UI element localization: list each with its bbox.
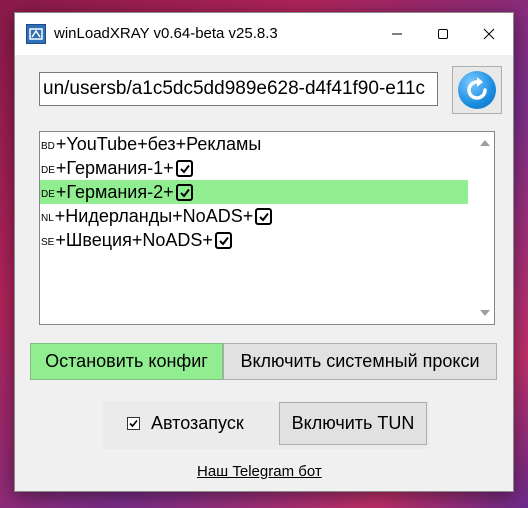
minimize-icon bbox=[392, 33, 402, 35]
app-logo-icon bbox=[26, 24, 46, 44]
checkmark-icon bbox=[175, 159, 193, 177]
server-flag-code: BD bbox=[41, 141, 55, 152]
close-button[interactable] bbox=[466, 13, 512, 55]
check-icon bbox=[129, 419, 138, 428]
title-bar[interactable]: winLoadXRAY v0.64-beta v25.8.3 bbox=[15, 13, 513, 55]
list-scrollbar[interactable] bbox=[477, 132, 494, 324]
server-list-item[interactable]: BD +YouTube+без+Рекламы bbox=[40, 132, 494, 156]
server-name: +Германия-2+ bbox=[55, 182, 174, 202]
scroll-down-arrow-icon[interactable] bbox=[480, 310, 490, 316]
server-name: +Германия-1+ bbox=[55, 158, 174, 178]
system-proxy-button[interactable]: Включить системный прокси bbox=[223, 343, 497, 380]
server-flag-code: DE bbox=[41, 189, 55, 200]
server-name: +Швеция+NoADS+ bbox=[55, 230, 213, 250]
subscription-url-input[interactable]: un/usersb/a1c5dc5dd989e628-d4f41f90-e11c bbox=[39, 72, 438, 106]
minimize-button[interactable] bbox=[374, 13, 420, 55]
refresh-icon bbox=[458, 71, 496, 109]
server-name: +YouTube+без+Рекламы bbox=[55, 134, 262, 154]
server-list[interactable]: BD +YouTube+без+Рекламы DE +Германия-1+ DE +Г… bbox=[39, 131, 495, 325]
maximize-icon bbox=[438, 29, 448, 39]
telegram-bot-link[interactable]: Наш Telegram бот bbox=[197, 463, 322, 480]
window-title: winLoadXRAY v0.64-beta v25.8.3 bbox=[54, 25, 278, 42]
server-flag-code: NL bbox=[41, 213, 54, 224]
refresh-button[interactable] bbox=[452, 66, 502, 114]
checkmark-icon bbox=[175, 183, 193, 201]
close-icon bbox=[483, 28, 495, 40]
server-list-item[interactable]: NL +Нидерланды+NoADS+ bbox=[40, 204, 494, 228]
stop-config-button[interactable]: Остановить конфиг bbox=[30, 343, 223, 380]
server-list-item[interactable]: SE +Швеция+NoADS+ bbox=[40, 228, 494, 252]
maximize-button[interactable] bbox=[420, 13, 466, 55]
server-list-item[interactable]: DE +Германия-1+ bbox=[40, 156, 494, 180]
scroll-up-arrow-icon[interactable] bbox=[480, 140, 490, 146]
server-flag-code: DE bbox=[41, 165, 55, 176]
server-flag-code: SE bbox=[41, 237, 55, 248]
checkmark-icon bbox=[255, 207, 273, 225]
server-name: +Нидерланды+NoADS+ bbox=[54, 206, 254, 226]
autostart-checkbox[interactable] bbox=[127, 417, 140, 430]
tun-button[interactable]: Включить TUN bbox=[279, 402, 427, 445]
autostart-label[interactable]: Автозапуск bbox=[151, 413, 244, 434]
checkmark-icon bbox=[214, 231, 232, 249]
server-list-item[interactable]: DE +Германия-2+ bbox=[40, 180, 468, 204]
app-window: winLoadXRAY v0.64-beta v25.8.3 un/usersb… bbox=[14, 12, 514, 492]
